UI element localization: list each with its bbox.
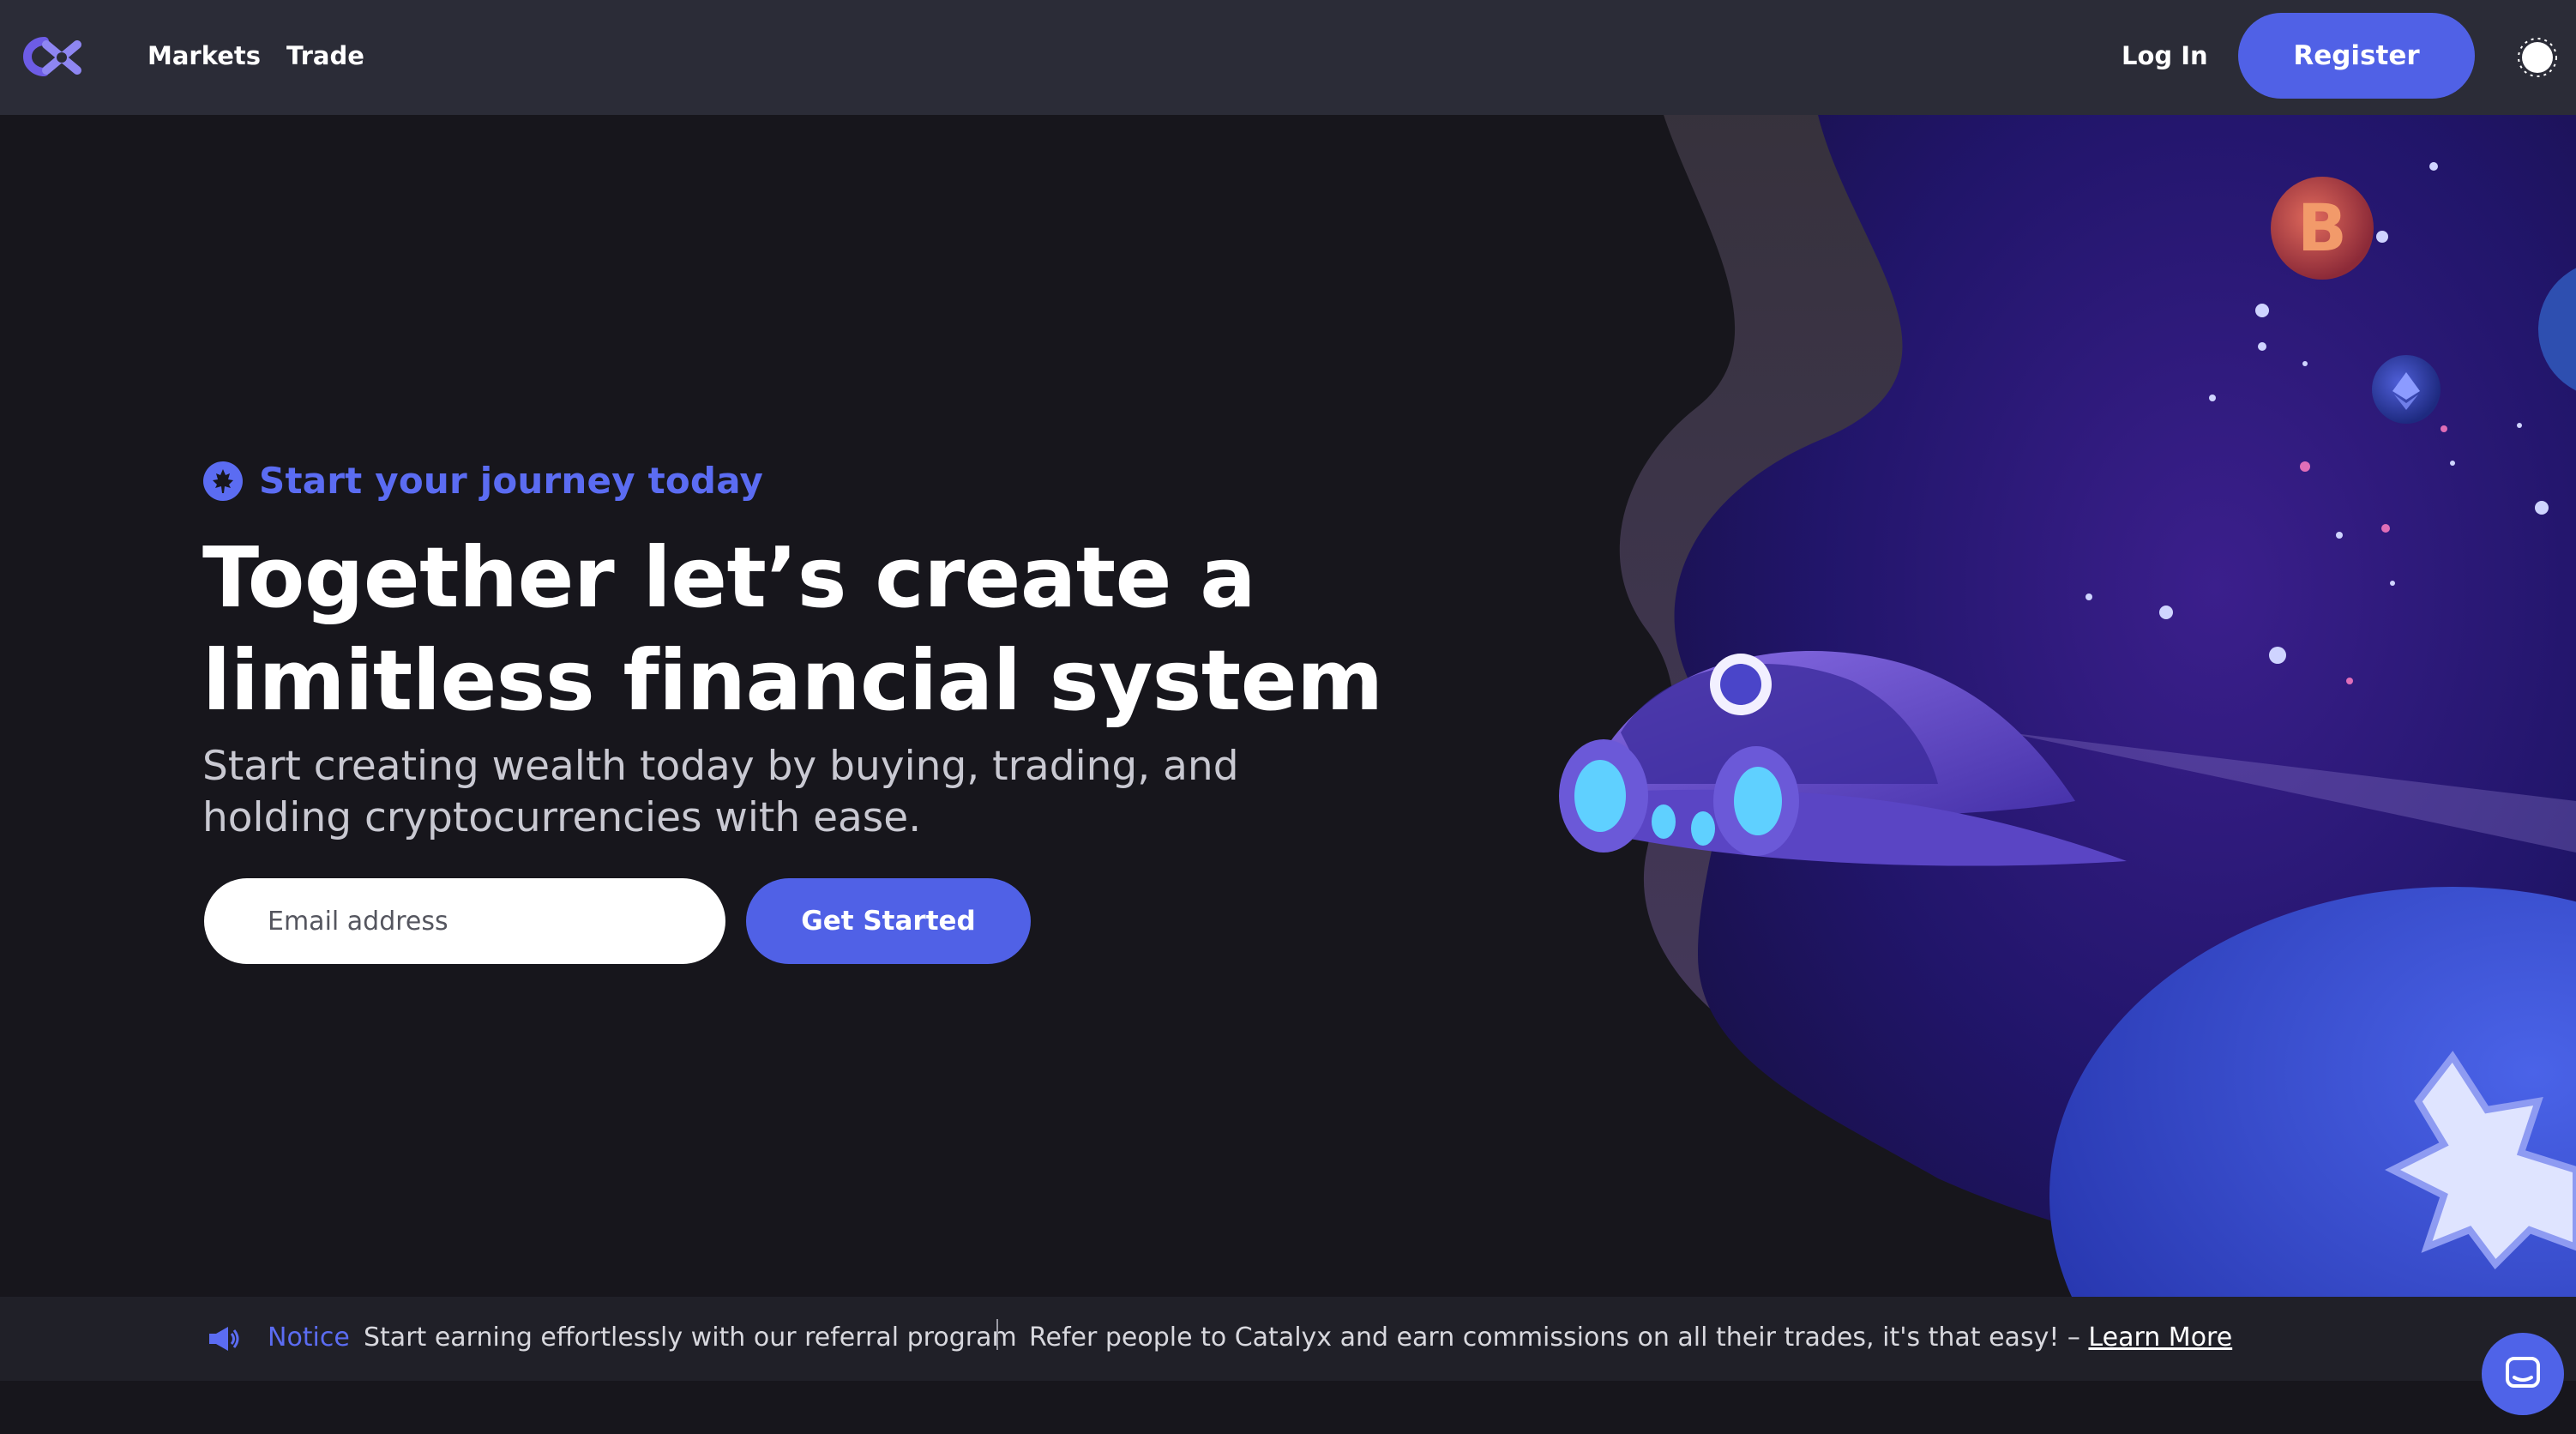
maple-leaf-icon xyxy=(203,461,243,501)
hero-subheading-line1: Start creating wealth today by buying, t… xyxy=(202,743,1239,790)
hero-headline-line2: limitless financial system xyxy=(202,632,1383,729)
email-input[interactable] xyxy=(204,878,725,964)
notice-label: Notice xyxy=(268,1323,350,1353)
register-button[interactable]: Register xyxy=(2238,13,2475,99)
hero-headline-line1: Together let’s create a xyxy=(202,529,1256,626)
sun-icon[interactable] xyxy=(2516,36,2559,79)
notice-headline: Start earning effortlessly with our refe… xyxy=(364,1323,1017,1353)
svg-text:B: B xyxy=(2297,190,2347,266)
footer-strip xyxy=(0,1381,2576,1434)
hero-section: B Start your journey today Together let’… xyxy=(0,115,2576,1297)
hero-headline: Together let’s create a limitless financ… xyxy=(202,527,1386,732)
space-illustration: B xyxy=(1559,115,2576,1297)
notice-body-text: Refer people to Catalyx and earn commiss… xyxy=(1029,1323,2089,1353)
hero-eyebrow-text: Start your journey today xyxy=(259,460,764,502)
hero-eyebrow: Start your journey today xyxy=(202,460,763,502)
nav-markets-link[interactable]: Markets xyxy=(147,36,261,75)
nav-trade-link[interactable]: Trade xyxy=(286,36,364,75)
get-started-button[interactable]: Get Started xyxy=(746,878,1031,964)
megaphone-icon xyxy=(209,1327,239,1351)
login-link[interactable]: Log In xyxy=(2122,36,2208,75)
top-navbar: Markets Trade Log In Register xyxy=(0,0,2576,115)
notice-divider xyxy=(996,1319,998,1350)
chat-icon xyxy=(2506,1357,2540,1388)
learn-more-link[interactable]: Learn More xyxy=(2088,1323,2232,1353)
hero-subheading-line2: holding cryptocurrencies with ease. xyxy=(202,794,922,841)
notice-bar: Notice Start earning effortlessly with o… xyxy=(0,1297,2576,1381)
chat-launcher-button[interactable] xyxy=(2482,1333,2564,1415)
notice-body: Refer people to Catalyx and earn commiss… xyxy=(1029,1323,2232,1353)
catalyx-logo-icon[interactable] xyxy=(10,33,89,81)
hero-subheading: Start creating wealth today by buying, t… xyxy=(202,741,1317,844)
